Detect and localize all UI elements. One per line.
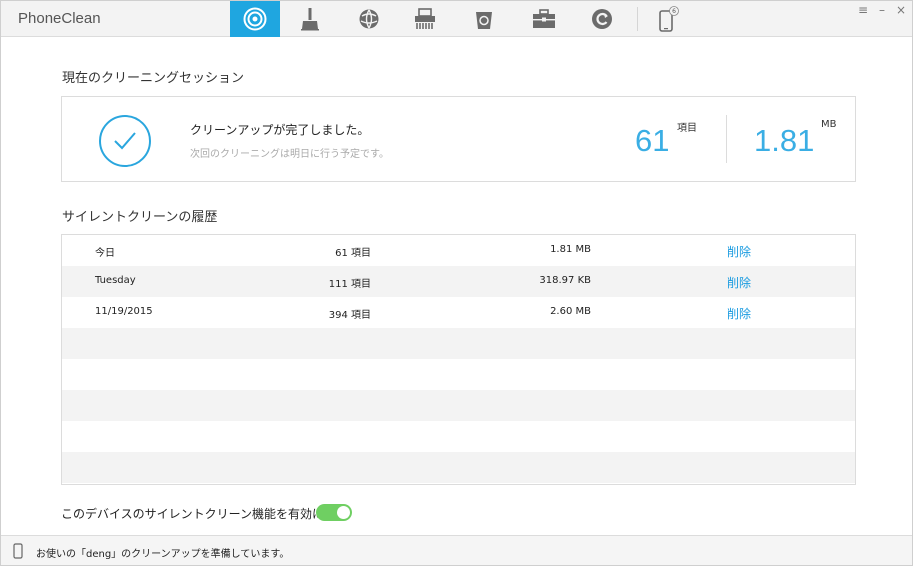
tab-restore[interactable]: [577, 1, 627, 37]
tab-silent-clean[interactable]: [230, 1, 280, 37]
silent-clean-toggle[interactable]: [316, 504, 352, 521]
tab-privacy-clean[interactable]: [400, 1, 450, 37]
empty-row: [62, 328, 855, 359]
empty-row: [62, 390, 855, 421]
globe-icon: [359, 9, 379, 29]
row-size: 2.60 MB: [550, 306, 591, 317]
toggle-knob: [337, 506, 350, 519]
app-title: PhoneClean: [18, 10, 101, 27]
tab-quick-clean[interactable]: [285, 1, 335, 37]
toolbar-divider: [637, 7, 638, 31]
menu-button[interactable]: ≡: [856, 3, 870, 17]
empty-row: [62, 421, 855, 452]
table-row: 11/19/2015 394 項目 2.60 MB 削除: [62, 297, 855, 328]
silent-clean-icon: [243, 7, 267, 31]
card-divider: [726, 115, 727, 163]
tab-toolbox[interactable]: [519, 1, 569, 37]
delete-link[interactable]: 削除: [727, 243, 751, 260]
trash-icon: [476, 12, 492, 29]
delete-link[interactable]: 削除: [727, 305, 751, 322]
shredder-icon: [415, 8, 435, 29]
row-size: 1.81 MB: [550, 244, 591, 255]
row-items: 394 項目: [328, 310, 371, 321]
row-size: 318.97 KB: [539, 275, 591, 286]
empty-row: [62, 452, 855, 483]
check-icon: [99, 115, 151, 167]
session-next: 次回のクリーニングは明日に行う予定です。: [190, 149, 389, 160]
row-date: 今日: [95, 248, 115, 259]
phone-icon: 6: [659, 6, 679, 32]
row-items: 61 項目: [335, 248, 371, 259]
table-row: Tuesday 111 項目 318.97 KB 削除: [62, 266, 855, 297]
tab-trash[interactable]: [459, 1, 509, 37]
device-badge: 6: [672, 8, 676, 15]
row-items: 111 項目: [328, 279, 371, 290]
session-heading: 現在のクリーニングセッション: [62, 71, 245, 86]
tab-internet-clean[interactable]: [344, 1, 394, 37]
session-status: クリーンアップが完了しました。: [190, 123, 370, 137]
broom-icon: [301, 8, 319, 31]
item-count: 61: [635, 123, 670, 158]
close-button[interactable]: ×: [894, 3, 908, 17]
tab-device[interactable]: 6: [644, 1, 694, 37]
delete-link[interactable]: 削除: [727, 274, 751, 291]
row-date: 11/19/2015: [95, 306, 153, 317]
status-text: お使いの「deng」のクリーンアップを準備しています。: [36, 549, 290, 560]
history-heading: サイレントクリーンの履歴: [62, 210, 218, 225]
size-value: 1.81: [754, 123, 815, 158]
app-window: PhoneClean 6 ≡ – × 現在のクリーニングセッション クリーンアッ…: [0, 0, 913, 566]
size-unit: MB: [821, 119, 837, 130]
item-unit: 項目: [677, 123, 697, 134]
status-bar: お使いの「deng」のクリーンアップを準備しています。: [1, 535, 912, 565]
device-icon: [13, 543, 23, 559]
empty-row: [62, 359, 855, 390]
session-card: クリーンアップが完了しました。 次回のクリーニングは明日に行う予定です。 61 …: [61, 96, 856, 182]
row-date: Tuesday: [95, 275, 136, 286]
history-table: 今日 61 項目 1.81 MB 削除 Tuesday 111 項目 318.9…: [61, 234, 856, 485]
table-row: 今日 61 項目 1.81 MB 削除: [62, 235, 855, 266]
toolbar: PhoneClean 6 ≡ – ×: [1, 1, 912, 37]
restore-icon: [592, 9, 612, 29]
toolbox-icon: [533, 9, 555, 28]
silent-clean-toggle-label: このデバイスのサイレントクリーン機能を有効にする: [61, 507, 349, 521]
minimize-button[interactable]: –: [875, 3, 889, 17]
